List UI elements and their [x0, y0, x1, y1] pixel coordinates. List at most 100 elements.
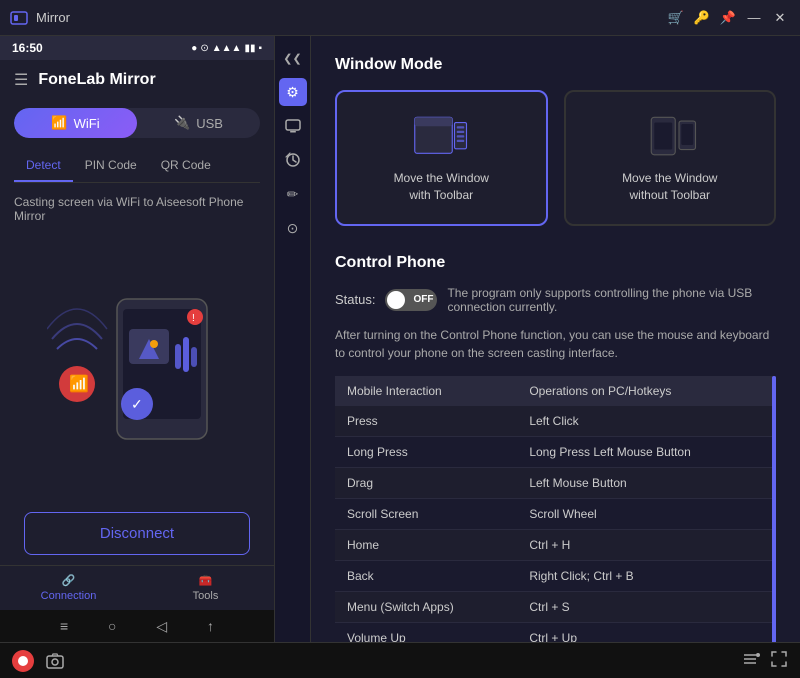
- table-cell-pc: Long Press Left Mouse Button: [517, 436, 776, 467]
- bottom-status-bar: [0, 642, 800, 678]
- table-cell-mobile: Long Press: [335, 436, 517, 467]
- close-icon[interactable]: ✕: [770, 8, 790, 28]
- window-mode-cards: Move the Window with Toolbar Move the Wi…: [335, 90, 776, 226]
- usb-toggle-button[interactable]: 🔌 USB: [137, 108, 260, 138]
- right-panel: Window Mode Move the Window with Toolbar: [311, 36, 800, 642]
- nav-connection[interactable]: 🔗 Connection: [0, 574, 137, 602]
- table-cell-mobile: Home: [335, 529, 517, 560]
- table-cell-pc: Ctrl + H: [517, 529, 776, 560]
- status-time: 16:50: [12, 41, 43, 55]
- tab-pin-code[interactable]: PIN Code: [73, 150, 149, 182]
- status-description: The program only supports controlling th…: [447, 286, 776, 314]
- screenshot-button[interactable]: [44, 650, 66, 672]
- brush-icon[interactable]: ✏: [279, 180, 307, 208]
- wifi-status-icon: ⊙: [200, 43, 208, 54]
- window-card-without-toolbar-label: Move the Window without Toolbar: [622, 170, 717, 204]
- app-icon: [10, 9, 28, 27]
- camera-icon: [46, 652, 64, 670]
- window-card-with-toolbar-label: Move the Window with Toolbar: [394, 170, 489, 204]
- tools-nav-icon: 🧰: [199, 574, 213, 587]
- side-icon-bar: ❮❮ ⚙ ✏ ⊙: [275, 36, 311, 642]
- phone-status-bar: 16:50 ● ⊙ ▲▲▲ ▮▮ ▪: [0, 36, 274, 60]
- table-cell-pc: Right Click; Ctrl + B: [517, 560, 776, 591]
- disconnect-button[interactable]: Disconnect: [24, 512, 250, 555]
- pin-icon[interactable]: 📌: [718, 8, 738, 28]
- table-cell-mobile: Menu (Switch Apps): [335, 591, 517, 622]
- settings-icon[interactable]: ⚙: [279, 78, 307, 106]
- android-recent-icon[interactable]: ↑: [207, 618, 214, 634]
- collapse-sidebar-icon[interactable]: ❮❮: [279, 44, 307, 72]
- phone-preview: ! ✓ 📶: [0, 235, 274, 502]
- control-note: After turning on the Control Phone funct…: [335, 326, 776, 362]
- status-label: Status:: [335, 292, 375, 307]
- bottom-nav: 🔗 Connection 🧰 Tools: [0, 565, 274, 610]
- fullscreen-icon[interactable]: [770, 650, 788, 671]
- nav-tools[interactable]: 🧰 Tools: [137, 574, 274, 602]
- table-row: Scroll ScreenScroll Wheel: [335, 498, 776, 529]
- window-title: Mirror: [36, 10, 666, 25]
- table-cell-pc: Ctrl + S: [517, 591, 776, 622]
- control-phone-title: Control Phone: [335, 254, 776, 272]
- table-cell-mobile: Back: [335, 560, 517, 591]
- control-table: Mobile Interaction Operations on PC/Hotk…: [335, 376, 776, 642]
- main-layout: 16:50 ● ⊙ ▲▲▲ ▮▮ ▪ ☰ FoneLab Mirror 📶 Wi…: [0, 36, 800, 642]
- table-cell-pc: Ctrl + Up: [517, 622, 776, 642]
- table-cell-mobile: Scroll Screen: [335, 498, 517, 529]
- toggle-thumb: [387, 291, 405, 309]
- notification-icon: ●: [191, 43, 197, 54]
- window-with-toolbar-svg: [411, 112, 471, 160]
- info-circle-icon[interactable]: ⊙: [279, 214, 307, 242]
- table-cell-pc: Left Mouse Button: [517, 467, 776, 498]
- hamburger-icon[interactable]: ☰: [14, 70, 28, 90]
- android-nav-bar: ≡ ○ ◁ ↑: [0, 610, 274, 642]
- minimize-icon[interactable]: —: [744, 8, 764, 28]
- android-home-icon[interactable]: ○: [108, 618, 116, 634]
- list-settings-icon[interactable]: [742, 650, 760, 671]
- android-menu-icon[interactable]: ≡: [60, 618, 68, 634]
- table-cell-mobile: Volume Up: [335, 622, 517, 642]
- control-phone-toggle[interactable]: OFF: [385, 289, 437, 311]
- table-cell-mobile: Press: [335, 406, 517, 437]
- window-card-with-toolbar[interactable]: Move the Window with Toolbar: [335, 90, 548, 226]
- table-row: Volume UpCtrl + Up: [335, 622, 776, 642]
- cart-icon[interactable]: 🛒: [666, 8, 686, 28]
- cast-info: Casting screen via WiFi to Aiseesoft Pho…: [0, 183, 274, 235]
- tab-qr-code[interactable]: QR Code: [149, 150, 223, 182]
- screen-mirror-icon[interactable]: [279, 112, 307, 140]
- record-button[interactable]: [12, 650, 34, 672]
- toggle-off-label: OFF: [413, 294, 433, 305]
- svg-text:✓: ✓: [131, 396, 143, 412]
- history-icon[interactable]: [279, 146, 307, 174]
- wifi-toggle-button[interactable]: 📶 WiFi: [14, 108, 137, 138]
- svg-text:📶: 📶: [69, 374, 89, 393]
- status-row: Status: OFF The program only supports co…: [335, 286, 776, 314]
- connection-toggle: 📶 WiFi 🔌 USB: [14, 108, 260, 138]
- table-row: PressLeft Click: [335, 406, 776, 437]
- left-panel: 16:50 ● ⊙ ▲▲▲ ▮▮ ▪ ☰ FoneLab Mirror 📶 Wi…: [0, 36, 275, 642]
- table-cell-pc: Scroll Wheel: [517, 498, 776, 529]
- table-cell-mobile: Drag: [335, 467, 517, 498]
- window-card-without-toolbar[interactable]: Move the Window without Toolbar: [564, 90, 777, 226]
- table-row: DragLeft Mouse Button: [335, 467, 776, 498]
- signal-icon: ▲▲▲: [212, 43, 242, 54]
- table-row: HomeCtrl + H: [335, 529, 776, 560]
- window-mode-title: Window Mode: [335, 56, 776, 74]
- app-header: ☰ FoneLab Mirror: [0, 60, 274, 100]
- table-row: Long PressLong Press Left Mouse Button: [335, 436, 776, 467]
- usb-icon: 🔌: [174, 115, 190, 131]
- control-table-wrapper: Mobile Interaction Operations on PC/Hotk…: [335, 376, 776, 642]
- battery-icon: ▮▮: [244, 43, 255, 54]
- tab-detect[interactable]: Detect: [14, 150, 73, 182]
- wifi-icon: 📶: [51, 115, 67, 131]
- record-icon: [18, 656, 28, 666]
- status-icons: ● ⊙ ▲▲▲ ▮▮ ▪: [191, 43, 262, 54]
- control-phone-section: Control Phone Status: OFF The program on…: [335, 254, 776, 642]
- window-without-toolbar-svg: [640, 112, 700, 160]
- table-header-pc: Operations on PC/Hotkeys: [517, 376, 776, 406]
- android-back-icon[interactable]: ◁: [156, 618, 167, 635]
- table-scrollbar[interactable]: [772, 376, 776, 642]
- table-row: BackRight Click; Ctrl + B: [335, 560, 776, 591]
- table-cell-pc: Left Click: [517, 406, 776, 437]
- window-controls: 🛒 🔑 📌 — ✕: [666, 8, 790, 28]
- key-icon[interactable]: 🔑: [692, 8, 712, 28]
